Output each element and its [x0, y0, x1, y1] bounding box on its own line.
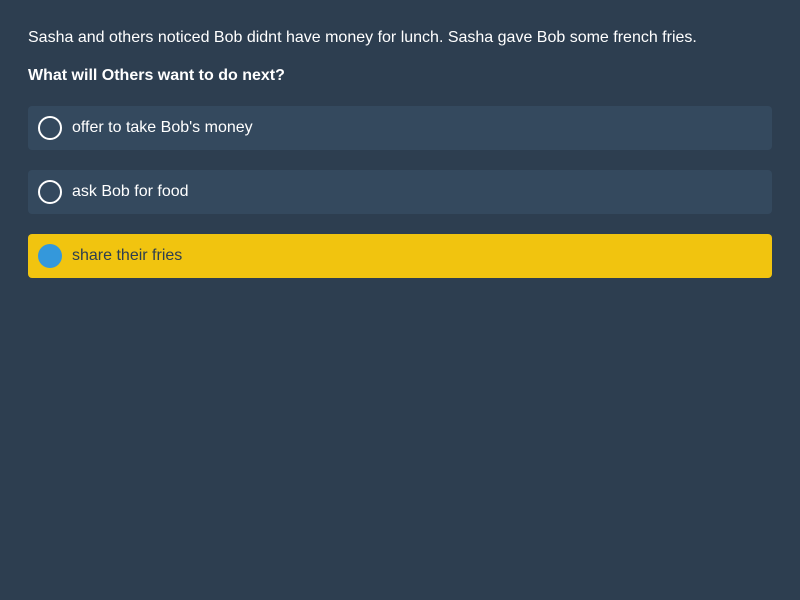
quiz-page: Sasha and others noticed Bob didnt have … — [0, 0, 800, 600]
answer-option-label: offer to take Bob's money — [72, 119, 253, 136]
question-text: What will Others want to do next? — [28, 67, 285, 84]
answer-option-2[interactable]: ask Bob for food — [28, 170, 772, 214]
answer-options: offer to take Bob's money ask Bob for fo… — [28, 106, 772, 278]
context-text: Sasha and others noticed Bob didnt have … — [28, 29, 697, 46]
answer-option-label: ask Bob for food — [72, 183, 189, 200]
radio-unchecked-icon[interactable] — [38, 116, 62, 140]
answer-option-1[interactable]: offer to take Bob's money — [28, 106, 772, 150]
radio-checked-icon[interactable] — [38, 244, 62, 268]
answer-option-label: share their fries — [72, 247, 183, 264]
radio-unchecked-icon[interactable] — [38, 180, 62, 204]
answer-option-3[interactable]: share their fries — [28, 234, 772, 278]
